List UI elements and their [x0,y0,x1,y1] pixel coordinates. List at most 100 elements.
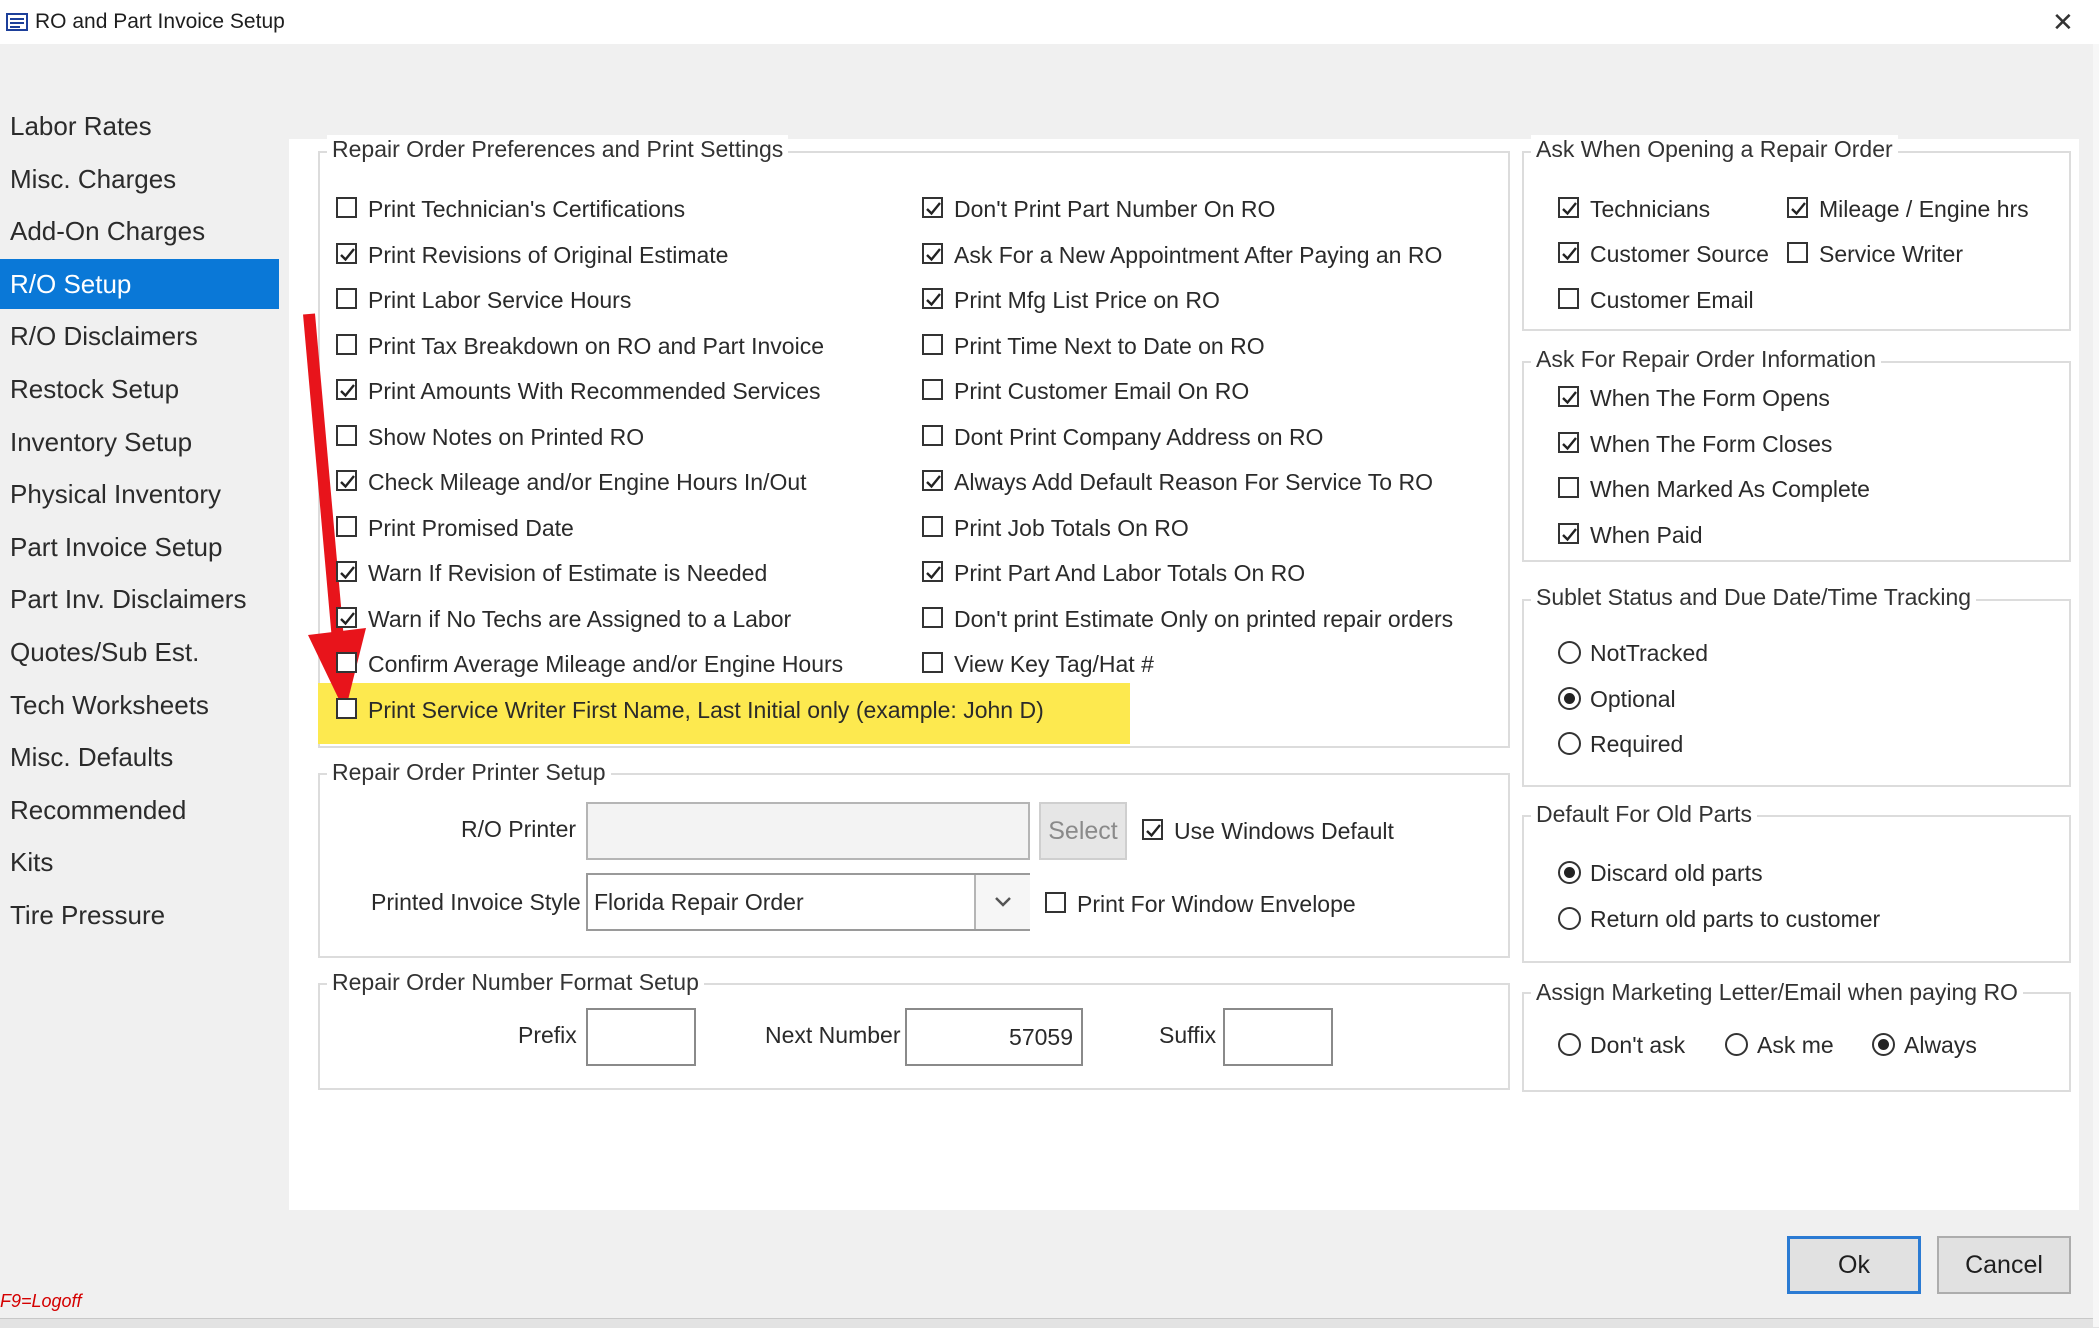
sidebar-item[interactable]: Tech Worksheets [0,680,279,730]
option-label: When The Form Closes [1590,430,1833,457]
sidebar-item[interactable]: Kits [0,837,279,887]
option-label: Print Technician's Certifications [368,196,686,222]
sidebar-item[interactable]: Add-On Charges [0,206,279,256]
prefix-field[interactable] [586,1008,696,1066]
number-format-group-title: Repair Order Number Format Setup [327,968,704,996]
ro-printer-field[interactable] [586,802,1030,860]
option-label: Print Labor Service Hours [368,287,632,313]
checkbox-checked-icon[interactable] [1558,386,1579,407]
option-label: Print Job Totals On RO [954,514,1189,541]
sidebar-item[interactable]: Physical Inventory [0,469,279,519]
option-label: Warn if No Techs are Assigned to a Labor [368,605,792,632]
sidebar-item[interactable]: R/O Disclaimers [0,311,279,361]
checkbox-empty-icon[interactable] [1558,477,1579,498]
checkbox-empty-icon[interactable] [336,652,357,673]
select-printer-button[interactable]: Select [1039,802,1127,860]
sidebar-item[interactable]: Misc. Charges [0,154,279,204]
sidebar-item[interactable]: Tire Pressure [0,890,279,940]
checkbox-empty-icon[interactable] [922,424,943,446]
checkbox-checked-icon[interactable] [336,242,357,264]
old-parts-title: Default For Old Parts [1531,800,1758,828]
checkbox-checked-icon[interactable] [336,470,357,491]
sidebar-item[interactable]: Part Inv. Disclaimers [0,574,279,624]
checkbox-empty-icon[interactable] [922,379,943,400]
option-label: Print For Window Envelope [1077,891,1356,917]
next-number-field[interactable]: 57059 [905,1008,1083,1066]
option-label: When The Form Opens [1590,385,1830,411]
checkbox-checked-icon[interactable] [1558,431,1579,453]
checkbox-empty-icon[interactable] [336,515,357,537]
checkbox-checked-icon[interactable] [1787,197,1808,218]
marketing-title: Assign Marketing Letter/Email when payin… [1531,978,2023,1006]
option-label: Print Tax Breakdown on RO and Part Invoi… [368,332,824,359]
checkbox-checked-icon[interactable] [1558,197,1579,218]
checkbox-checked-icon[interactable] [1558,522,1579,544]
next-number-value: 57059 [1009,1024,1073,1050]
suffix-label: Suffix [1159,1022,1217,1048]
checkbox-empty-icon[interactable] [922,652,943,673]
checkbox-empty-icon[interactable] [336,333,357,355]
checkbox-empty-icon[interactable] [922,515,943,537]
sublet-title: Sublet Status and Due Date/Time Tracking [1531,583,1977,611]
app-icon [6,12,28,32]
option-label: Don't ask [1590,1032,1686,1058]
checkbox-checked-icon[interactable] [922,561,943,582]
sidebar-item[interactable]: Labor Rates [0,101,279,151]
radio-empty-icon[interactable] [1558,732,1581,755]
checkbox-empty-icon[interactable] [1558,288,1579,309]
checkbox-checked-icon[interactable] [336,379,357,400]
radio-selected-icon[interactable] [1558,686,1581,710]
option-label: Don't Print Part Number On RO [954,196,1276,222]
radio-selected-icon[interactable] [1558,861,1581,884]
close-icon[interactable]: ✕ [2052,8,2074,36]
checkbox-checked-icon[interactable] [1142,819,1163,840]
checkbox-checked-icon[interactable] [922,288,943,309]
checkbox-checked-icon[interactable] [1558,242,1579,263]
invoice-style-label: Printed Invoice Style [371,889,581,915]
ask-info-title: Ask For Repair Order Information [1531,345,1882,373]
sidebar-item[interactable]: Restock Setup [0,364,279,414]
option-label: When Marked As Complete [1590,476,1870,502]
checkbox-empty-icon[interactable] [1045,892,1066,913]
radio-empty-icon[interactable] [1558,906,1581,930]
sidebar-item[interactable]: Quotes/Sub Est. [0,627,279,677]
ok-button[interactable]: Ok [1787,1236,1921,1294]
checkbox-checked-icon[interactable] [336,561,357,582]
option-label: Ask me [1757,1032,1834,1058]
sidebar-item[interactable]: Misc. Defaults [0,732,279,782]
dropdown-button[interactable] [974,875,1030,929]
cancel-button[interactable]: Cancel [1937,1236,2071,1294]
sidebar-item[interactable]: Recommended [0,785,279,835]
checkbox-checked-icon[interactable] [922,197,943,218]
checkbox-empty-icon[interactable] [336,697,357,719]
checkbox-empty-icon[interactable] [922,606,943,628]
checkbox-checked-icon[interactable] [336,606,357,628]
radio-empty-icon[interactable] [1558,1033,1581,1056]
radio-empty-icon[interactable] [1725,1033,1748,1056]
checkbox-empty-icon[interactable] [336,288,357,309]
sidebar-item[interactable]: Inventory Setup [0,417,279,467]
radio-selected-icon[interactable] [1872,1033,1895,1056]
checkbox-empty-icon[interactable] [336,424,357,446]
option-label: Print Time Next to Date on RO [954,332,1265,359]
logoff-hint: F9=Logoff [0,1291,82,1311]
checkbox-empty-icon[interactable] [336,197,357,218]
option-label: Print Amounts With Recommended Services [368,378,821,404]
option-label: Required [1590,731,1684,757]
checkbox-checked-icon[interactable] [922,242,943,264]
option-label: Service Writer [1819,241,1963,267]
checkbox-empty-icon[interactable] [1787,242,1808,263]
suffix-field[interactable] [1223,1008,1333,1066]
checkbox-empty-icon[interactable] [922,333,943,355]
option-label: Print Revisions of Original Estimate [368,241,729,268]
sidebar-item[interactable]: Part Invoice Setup [0,522,279,572]
option-label: Print Service Writer First Name, Last In… [368,696,1044,723]
option-label: Always [1904,1032,1977,1058]
option-label: Always Add Default Reason For Service To… [954,469,1433,495]
option-label: Customer Source [1590,241,1769,267]
old-parts-group [1522,815,2071,963]
radio-empty-icon[interactable] [1558,641,1581,664]
checkbox-checked-icon[interactable] [922,470,943,491]
sidebar-item[interactable]: R/O Setup [0,258,279,309]
invoice-style-dropdown[interactable]: Florida Repair Order [586,873,1030,931]
